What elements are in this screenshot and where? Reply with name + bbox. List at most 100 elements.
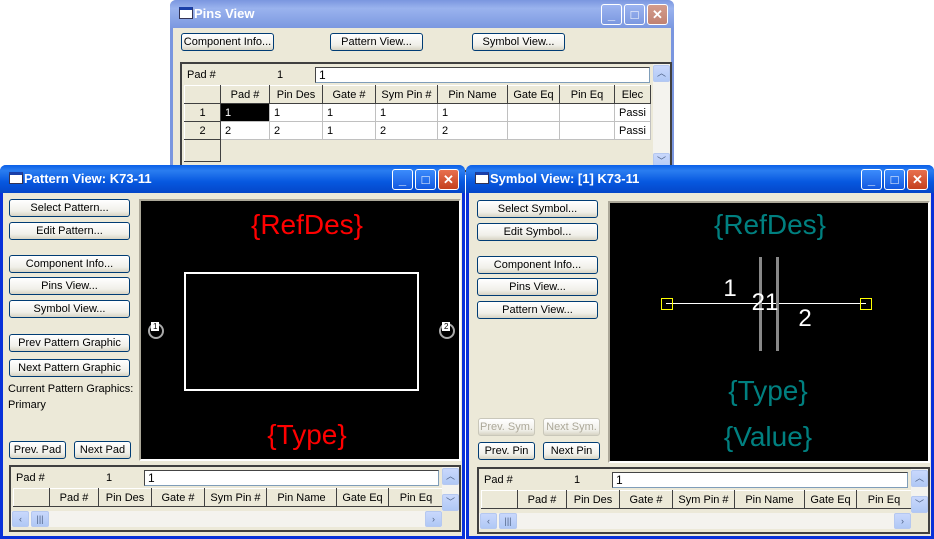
scrollbar-thumb[interactable]: |||	[31, 511, 49, 527]
pins-view-button[interactable]: Pins View...	[477, 278, 598, 296]
scroll-right-button[interactable]: ›	[425, 511, 442, 527]
row-header	[184, 139, 221, 162]
prev-pin-button[interactable]: Prev. Pin	[478, 442, 535, 460]
next-pad-button[interactable]: Next Pad	[74, 441, 131, 459]
column-header[interactable]: Sym Pin #	[375, 85, 438, 104]
component-info-button[interactable]: Component Info...	[181, 33, 274, 51]
column-header[interactable]: Pin Des	[269, 85, 323, 104]
scroll-up-button[interactable]: ︿	[911, 470, 928, 487]
pin-1-endpoint[interactable]	[661, 298, 673, 310]
column-header[interactable]: Pin Name	[266, 488, 337, 507]
column-header[interactable]: Pin Eq	[388, 488, 444, 507]
close-button[interactable]: ✕	[907, 169, 928, 190]
table-cell[interactable]: 1	[437, 103, 508, 122]
scroll-up-button[interactable]: ︿	[653, 65, 670, 82]
maximize-button[interactable]: □	[884, 169, 905, 190]
symbol-view-button[interactable]: Symbol View...	[472, 33, 565, 51]
column-header[interactable]: Pin Eq	[559, 85, 615, 104]
vertical-scrollbar[interactable]: ︿ ﹀	[653, 64, 670, 170]
close-button[interactable]: ✕	[647, 4, 668, 25]
column-header[interactable]: Gate #	[322, 85, 376, 104]
table-cell[interactable]: Passi	[614, 121, 651, 140]
edit-symbol-button[interactable]: Edit Symbol...	[477, 223, 598, 241]
pad-input[interactable]: 1	[144, 470, 439, 486]
scroll-down-button[interactable]: ﹀	[911, 496, 928, 513]
pattern-view-button[interactable]: Pattern View...	[477, 301, 598, 319]
pad-number: 1	[277, 69, 284, 81]
scroll-up-button[interactable]: ︿	[442, 468, 459, 485]
maximize-button[interactable]: □	[415, 169, 436, 190]
pad-2[interactable]: 2	[439, 322, 455, 339]
pins-view-button[interactable]: Pins View...	[9, 277, 130, 295]
table-cell[interactable]: 1	[220, 103, 270, 122]
horizontal-scrollbar[interactable]: ‹ ||| ›	[11, 511, 442, 527]
table-cell[interactable]	[559, 103, 615, 122]
minimize-button[interactable]: _	[392, 169, 413, 190]
column-header[interactable]: Gate #	[151, 488, 205, 507]
scroll-left-button[interactable]: ‹	[480, 513, 497, 529]
table-cell[interactable]: 2	[437, 121, 508, 140]
pattern-canvas[interactable]: {RefDes} 1 2 {Type}	[139, 199, 461, 461]
pattern-view-button[interactable]: Pattern View...	[330, 33, 423, 51]
column-header[interactable]: Pad #	[517, 490, 567, 509]
column-header[interactable]: Pin Eq	[856, 490, 912, 509]
component-info-button[interactable]: Component Info...	[477, 256, 598, 274]
scrollbar-thumb[interactable]: |||	[499, 513, 517, 529]
scroll-down-button[interactable]: ﹀	[442, 494, 459, 511]
pins-table: Pad # Pin Des Gate # Sym Pin # Pin Name Gate …	[481, 490, 912, 509]
maximize-button[interactable]: □	[624, 4, 645, 25]
table-cell[interactable]	[559, 121, 615, 140]
column-header[interactable]: Pad #	[220, 85, 270, 104]
column-header[interactable]: Pin Des	[566, 490, 620, 509]
column-header[interactable]: Pin Des	[98, 488, 152, 507]
pad-1[interactable]: 1	[148, 322, 164, 339]
symbol-view-button[interactable]: Symbol View...	[9, 300, 130, 318]
column-header[interactable]: Pad #	[49, 488, 99, 507]
prev-pattern-graphic-button[interactable]: Prev Pattern Graphic	[9, 334, 130, 352]
table-cell[interactable]	[507, 121, 560, 140]
pin-2-endpoint[interactable]	[860, 298, 872, 310]
next-pattern-graphic-button[interactable]: Next Pattern Graphic	[9, 359, 130, 377]
vertical-scrollbar[interactable]: ︿ ﹀	[911, 469, 928, 513]
table-cell[interactable]: Passi	[614, 103, 651, 122]
table-cell[interactable]: 1	[375, 103, 438, 122]
prev-pad-button[interactable]: Prev. Pad	[9, 441, 66, 459]
next-pin-button[interactable]: Next Pin	[543, 442, 600, 460]
scroll-right-button[interactable]: ›	[894, 513, 911, 529]
table-cell[interactable]: 2	[375, 121, 438, 140]
minimize-button[interactable]: _	[861, 169, 882, 190]
column-header[interactable]: Gate Eq	[804, 490, 857, 509]
table-cell[interactable]: 2	[269, 121, 323, 140]
horizontal-scrollbar[interactable]: ‹ ||| ›	[479, 513, 911, 529]
column-header[interactable]: Elec	[614, 85, 651, 104]
table-cell[interactable]	[507, 103, 560, 122]
column-header[interactable]: Gate Eq	[336, 488, 389, 507]
minimize-button[interactable]: _	[601, 4, 622, 25]
column-header[interactable]: Gate #	[619, 490, 673, 509]
symbol-canvas[interactable]: {RefDes} 1 21 2 {Type} {Value}	[608, 201, 930, 463]
table-row[interactable]: 1 1 1 1 1 1 Passi	[184, 103, 651, 122]
pad-input[interactable]: 1	[315, 67, 650, 83]
table-cell[interactable]: 2	[220, 121, 270, 140]
column-header[interactable]: Gate Eq	[507, 85, 560, 104]
table-cell[interactable]: 1	[322, 103, 376, 122]
table-row[interactable]: 2 2 2 1 2 2 Passi	[184, 121, 651, 140]
row-header[interactable]: 1	[184, 103, 221, 122]
column-header[interactable]: Pin Name	[437, 85, 508, 104]
empty-row	[184, 139, 651, 162]
row-header[interactable]: 2	[184, 121, 221, 140]
table-cell[interactable]: 1	[269, 103, 323, 122]
close-button[interactable]: ✕	[438, 169, 459, 190]
table-cell[interactable]: 1	[322, 121, 376, 140]
column-header[interactable]: Sym Pin #	[672, 490, 735, 509]
select-pattern-button[interactable]: Select Pattern...	[9, 199, 130, 217]
column-header[interactable]: Pin Name	[734, 490, 805, 509]
vertical-scrollbar[interactable]: ︿ ﹀	[442, 467, 459, 511]
column-header[interactable]: Sym Pin #	[204, 488, 267, 507]
edit-pattern-button[interactable]: Edit Pattern...	[9, 222, 130, 240]
scroll-left-button[interactable]: ‹	[12, 511, 29, 527]
component-info-button[interactable]: Component Info...	[9, 255, 130, 273]
pad-row: Pad # 1 1	[479, 471, 910, 489]
pad-input[interactable]: 1	[612, 472, 908, 488]
select-symbol-button[interactable]: Select Symbol...	[477, 200, 598, 218]
